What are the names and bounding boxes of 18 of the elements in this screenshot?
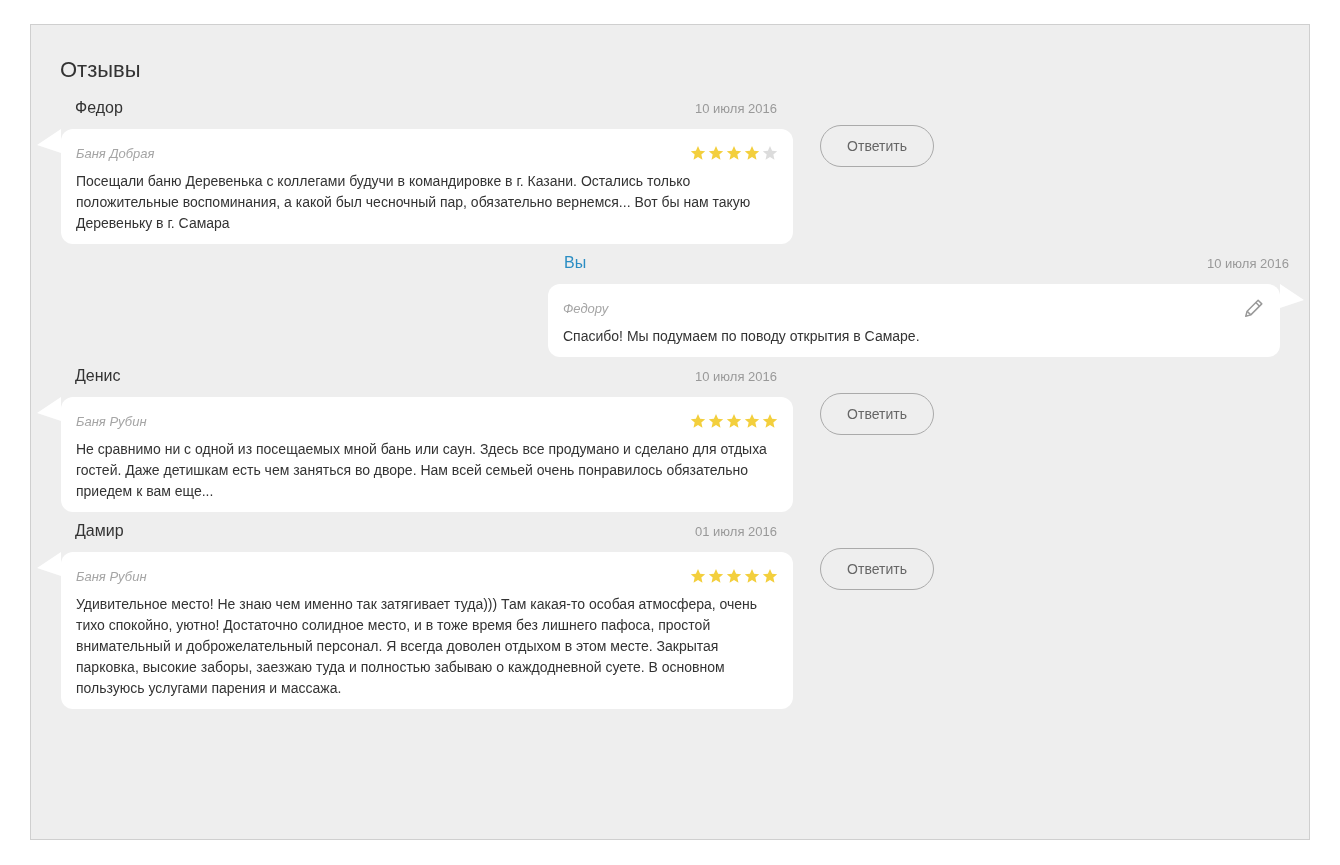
author-name: Вы (564, 254, 587, 272)
author-name: Дамир (75, 522, 124, 540)
addressee-name: Федору (563, 300, 609, 316)
place-name: Баня Рубин (76, 413, 147, 429)
author-name: Федор (75, 99, 123, 117)
review-text: Не сравнимо ни с одной из посещаемых мной бань или саун. Здесь все продумано и сделано для отдыха гостей. Даже детишкам есть чем заняться во дворе. Нам всей семьей очень понравилось обязательно приедем к вам еще... (76, 440, 768, 501)
author-name: Денис (75, 367, 121, 385)
place-name: Баня Рубин (76, 568, 147, 584)
page-title: Отзывы (60, 57, 142, 84)
review-date: 10 июля 2016 (695, 369, 777, 384)
review-text: Посещали баню Деревенька с коллегами будучи в командировке в г. Казани. Остались только положительные воспоминания, а какой был чесночный пар, обязательно вернемся... Вот бы нам такую Деревеньку в г. Самара (76, 172, 752, 233)
reply-text: Спасибо! Мы подумаем по поводу открытия в Самаре. (563, 327, 921, 346)
review-text: Удивительное место! Не знаю чем именно так затягивает туда))) Там какая-то особая атмосфера, очень тихо спокойно, уютно! Достаточно солидное место, и в тоже время без лишнего пафоса, простой внимательный и доброжелательный персонал. Я всегда доволен отдыхом в этом месте. Закрытая парковка, высокие заборы, заезжаю туда и полностью забываю о каждодневной суете. В основном пользуюсь услугами парения и массажа. (76, 595, 759, 698)
edit-icon[interactable] (1243, 297, 1265, 319)
place-name: Баня Добрая (76, 145, 155, 161)
review-date: 10 июля 2016 (695, 101, 777, 116)
review-date: 01 июля 2016 (695, 524, 777, 539)
reply-date: 10 июля 2016 (1207, 256, 1289, 271)
